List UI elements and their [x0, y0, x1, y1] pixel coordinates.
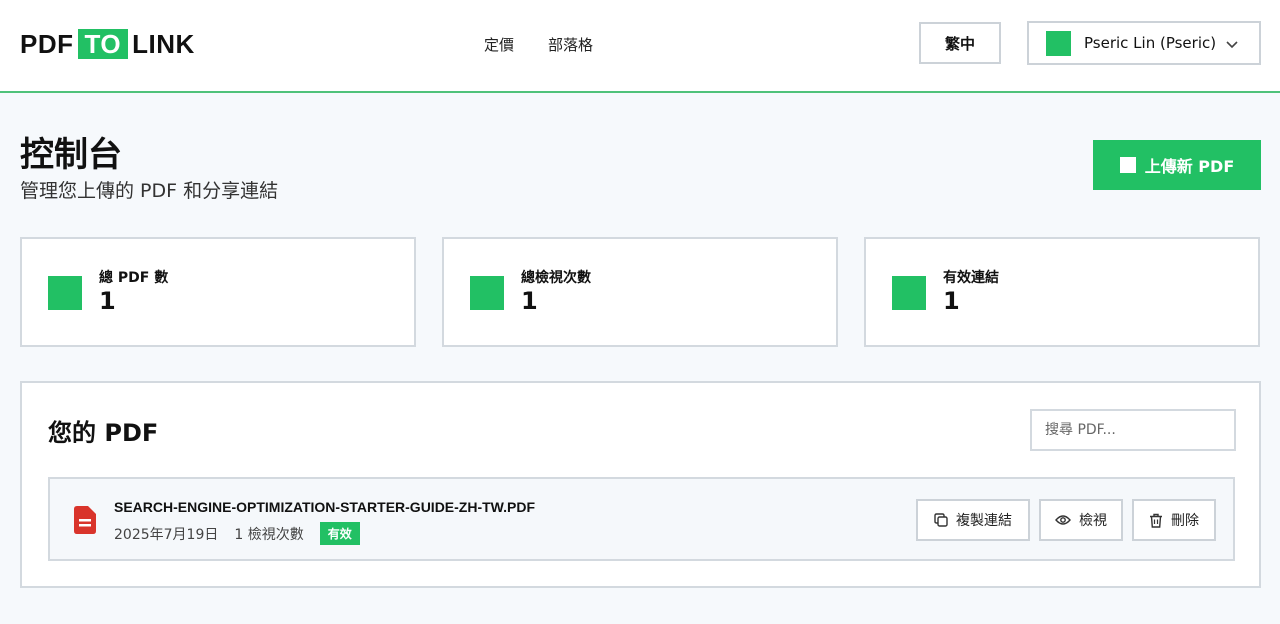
logo[interactable]: PDF TO LINK — [20, 29, 195, 59]
user-menu-button[interactable]: Pseric Lin (Pseric) — [1027, 21, 1261, 65]
copy-icon — [934, 513, 948, 527]
view-count: 1 檢視次數 — [234, 526, 304, 543]
logo-text-mid: TO — [77, 29, 129, 59]
file-name[interactable]: SEARCH-ENGINE-OPTIMIZATION-STARTER-GUIDE… — [114, 499, 535, 515]
stat-label: 總檢視次數 — [521, 270, 591, 286]
stat-card-active-links: 有效連結 1 — [864, 237, 1260, 347]
stat-label: 總 PDF 數 — [99, 270, 169, 286]
page-subtitle: 管理您上傳的 PDF 和分享連結 — [20, 180, 279, 202]
upload-date: 2025年7月19日 — [114, 526, 219, 543]
link-count-icon — [892, 276, 926, 310]
pdf-list-item: SEARCH-ENGINE-OPTIMIZATION-STARTER-GUIDE… — [48, 477, 1235, 561]
page-title: 控制台 — [20, 135, 122, 175]
copy-link-label: 複製連結 — [956, 513, 1012, 529]
main-nav: 定價 部落格 — [484, 34, 593, 55]
view-button[interactable]: 檢視 — [1039, 499, 1123, 541]
trash-icon — [1149, 513, 1163, 528]
top-header: PDF TO LINK 定價 部落格 繁中 Pseric Lin (Pseric… — [0, 0, 1280, 93]
nav-blog-link[interactable]: 部落格 — [548, 34, 593, 55]
status-badge: 有效 — [319, 522, 360, 545]
delete-label: 刪除 — [1171, 513, 1199, 529]
upload-icon — [1119, 157, 1136, 173]
language-button[interactable]: 繁中 — [919, 22, 1001, 64]
upload-button-label: 上傳新 PDF — [1144, 157, 1235, 176]
stat-value: 1 — [99, 287, 116, 315]
logo-text-left: PDF — [20, 28, 74, 59]
panel-title: 您的 PDF — [48, 419, 159, 447]
file-icon — [74, 506, 96, 538]
nav-pricing-link[interactable]: 定價 — [484, 34, 514, 55]
views-count-icon — [470, 276, 504, 310]
stat-card-total-pdfs: 總 PDF 數 1 — [20, 237, 416, 347]
chevron-down-icon — [1225, 36, 1239, 55]
delete-button[interactable]: 刪除 — [1132, 499, 1216, 541]
upload-new-pdf-button[interactable]: 上傳新 PDF — [1093, 140, 1261, 190]
stat-label: 有效連結 — [943, 270, 999, 286]
logo-text-right: LINK — [132, 28, 195, 59]
search-input[interactable] — [1030, 409, 1236, 451]
pdf-count-icon — [48, 276, 82, 310]
eye-icon — [1055, 514, 1071, 526]
stat-value: 1 — [943, 287, 960, 315]
view-label: 檢視 — [1079, 513, 1107, 529]
pdf-list-panel: 您的 PDF SEARCH-ENGINE-OPTIMIZATION-STARTE… — [20, 381, 1261, 588]
avatar — [1046, 30, 1071, 56]
file-meta: 2025年7月19日 1 檢視次數 有效 — [114, 522, 360, 545]
user-name: Pseric Lin (Pseric) — [1084, 34, 1217, 52]
copy-link-button[interactable]: 複製連結 — [916, 499, 1030, 541]
stat-value: 1 — [521, 287, 538, 315]
stat-card-total-views: 總檢視次數 1 — [442, 237, 838, 347]
